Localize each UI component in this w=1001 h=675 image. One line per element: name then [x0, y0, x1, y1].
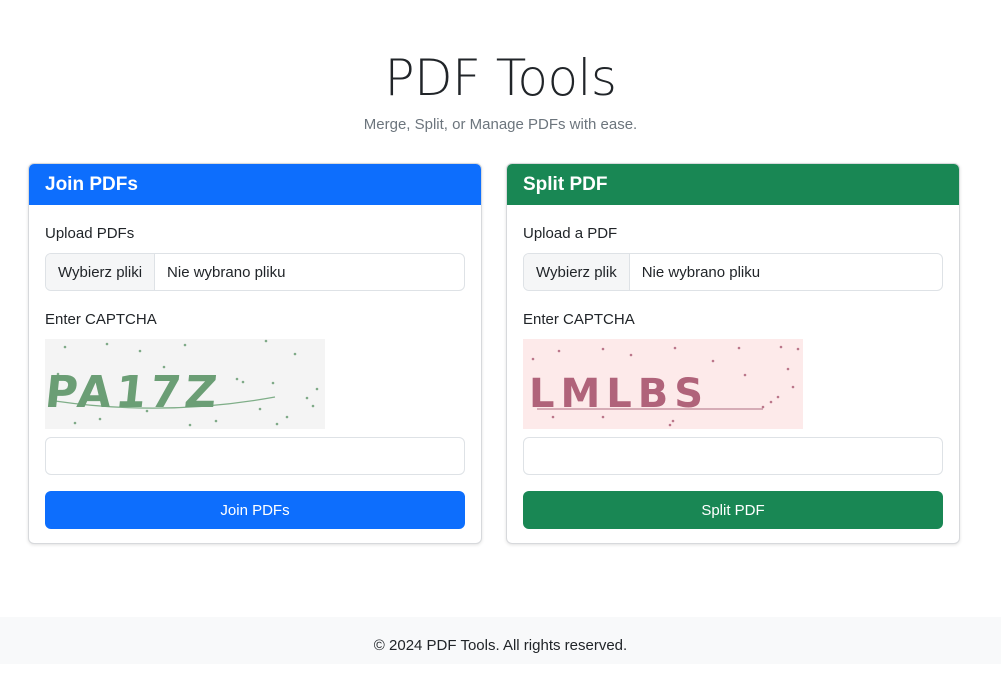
- split-card-header: Split PDF: [507, 164, 959, 205]
- footer-text: © 2024 PDF Tools. All rights reserved.: [373, 637, 628, 654]
- join-pdfs-button[interactable]: Join PDFs: [45, 491, 465, 529]
- upload-pdf-label: Upload a PDF: [523, 225, 618, 242]
- choose-file-button[interactable]: Wybierz plik: [524, 254, 630, 290]
- page-subtitle: Merge, Split, or Manage PDFs with ease.: [363, 116, 638, 133]
- split-captcha-text: LMLBS: [529, 371, 709, 417]
- join-file-status: Nie wybrano pliku: [167, 263, 286, 281]
- tool-cards: Join PDFs Upload PDFs Wybierz pliki Nie …: [28, 163, 960, 544]
- split-card-body: Upload a PDF Wybierz plik Nie wybrano pl…: [507, 205, 959, 543]
- split-file-input[interactable]: Wybierz plik Nie wybrano pliku: [523, 253, 943, 291]
- upload-pdfs-label: Upload PDFs: [45, 225, 135, 242]
- page-title: PDF Tools: [384, 49, 617, 107]
- choose-files-button[interactable]: Wybierz pliki: [46, 254, 156, 290]
- page-header: PDF Tools Merge, Split, or Manage PDFs w…: [0, 0, 1001, 133]
- join-card-body: Upload PDFs Wybierz pliki Nie wybrano pl…: [29, 205, 481, 543]
- join-captcha-image: PA17Z: [45, 339, 325, 429]
- split-file-status: Nie wybrano pliku: [641, 263, 761, 281]
- join-captcha-label: Enter CAPTCHA: [45, 311, 157, 328]
- join-captcha-text: PA17Z: [45, 367, 223, 418]
- split-captcha-image: LMLBS: [523, 339, 803, 429]
- join-captcha-input[interactable]: [45, 437, 465, 475]
- split-captcha-input[interactable]: [523, 437, 943, 475]
- page-footer: © 2024 PDF Tools. All rights reserved.: [0, 617, 1001, 664]
- join-pdfs-card: Join PDFs Upload PDFs Wybierz pliki Nie …: [28, 163, 482, 544]
- join-file-input[interactable]: Wybierz pliki Nie wybrano pliku: [45, 253, 465, 291]
- split-pdf-card: Split PDF Upload a PDF Wybierz plik Nie …: [506, 163, 960, 544]
- join-card-header: Join PDFs: [29, 164, 481, 205]
- split-pdf-button[interactable]: Split PDF: [523, 491, 943, 529]
- split-captcha-label: Enter CAPTCHA: [523, 311, 635, 328]
